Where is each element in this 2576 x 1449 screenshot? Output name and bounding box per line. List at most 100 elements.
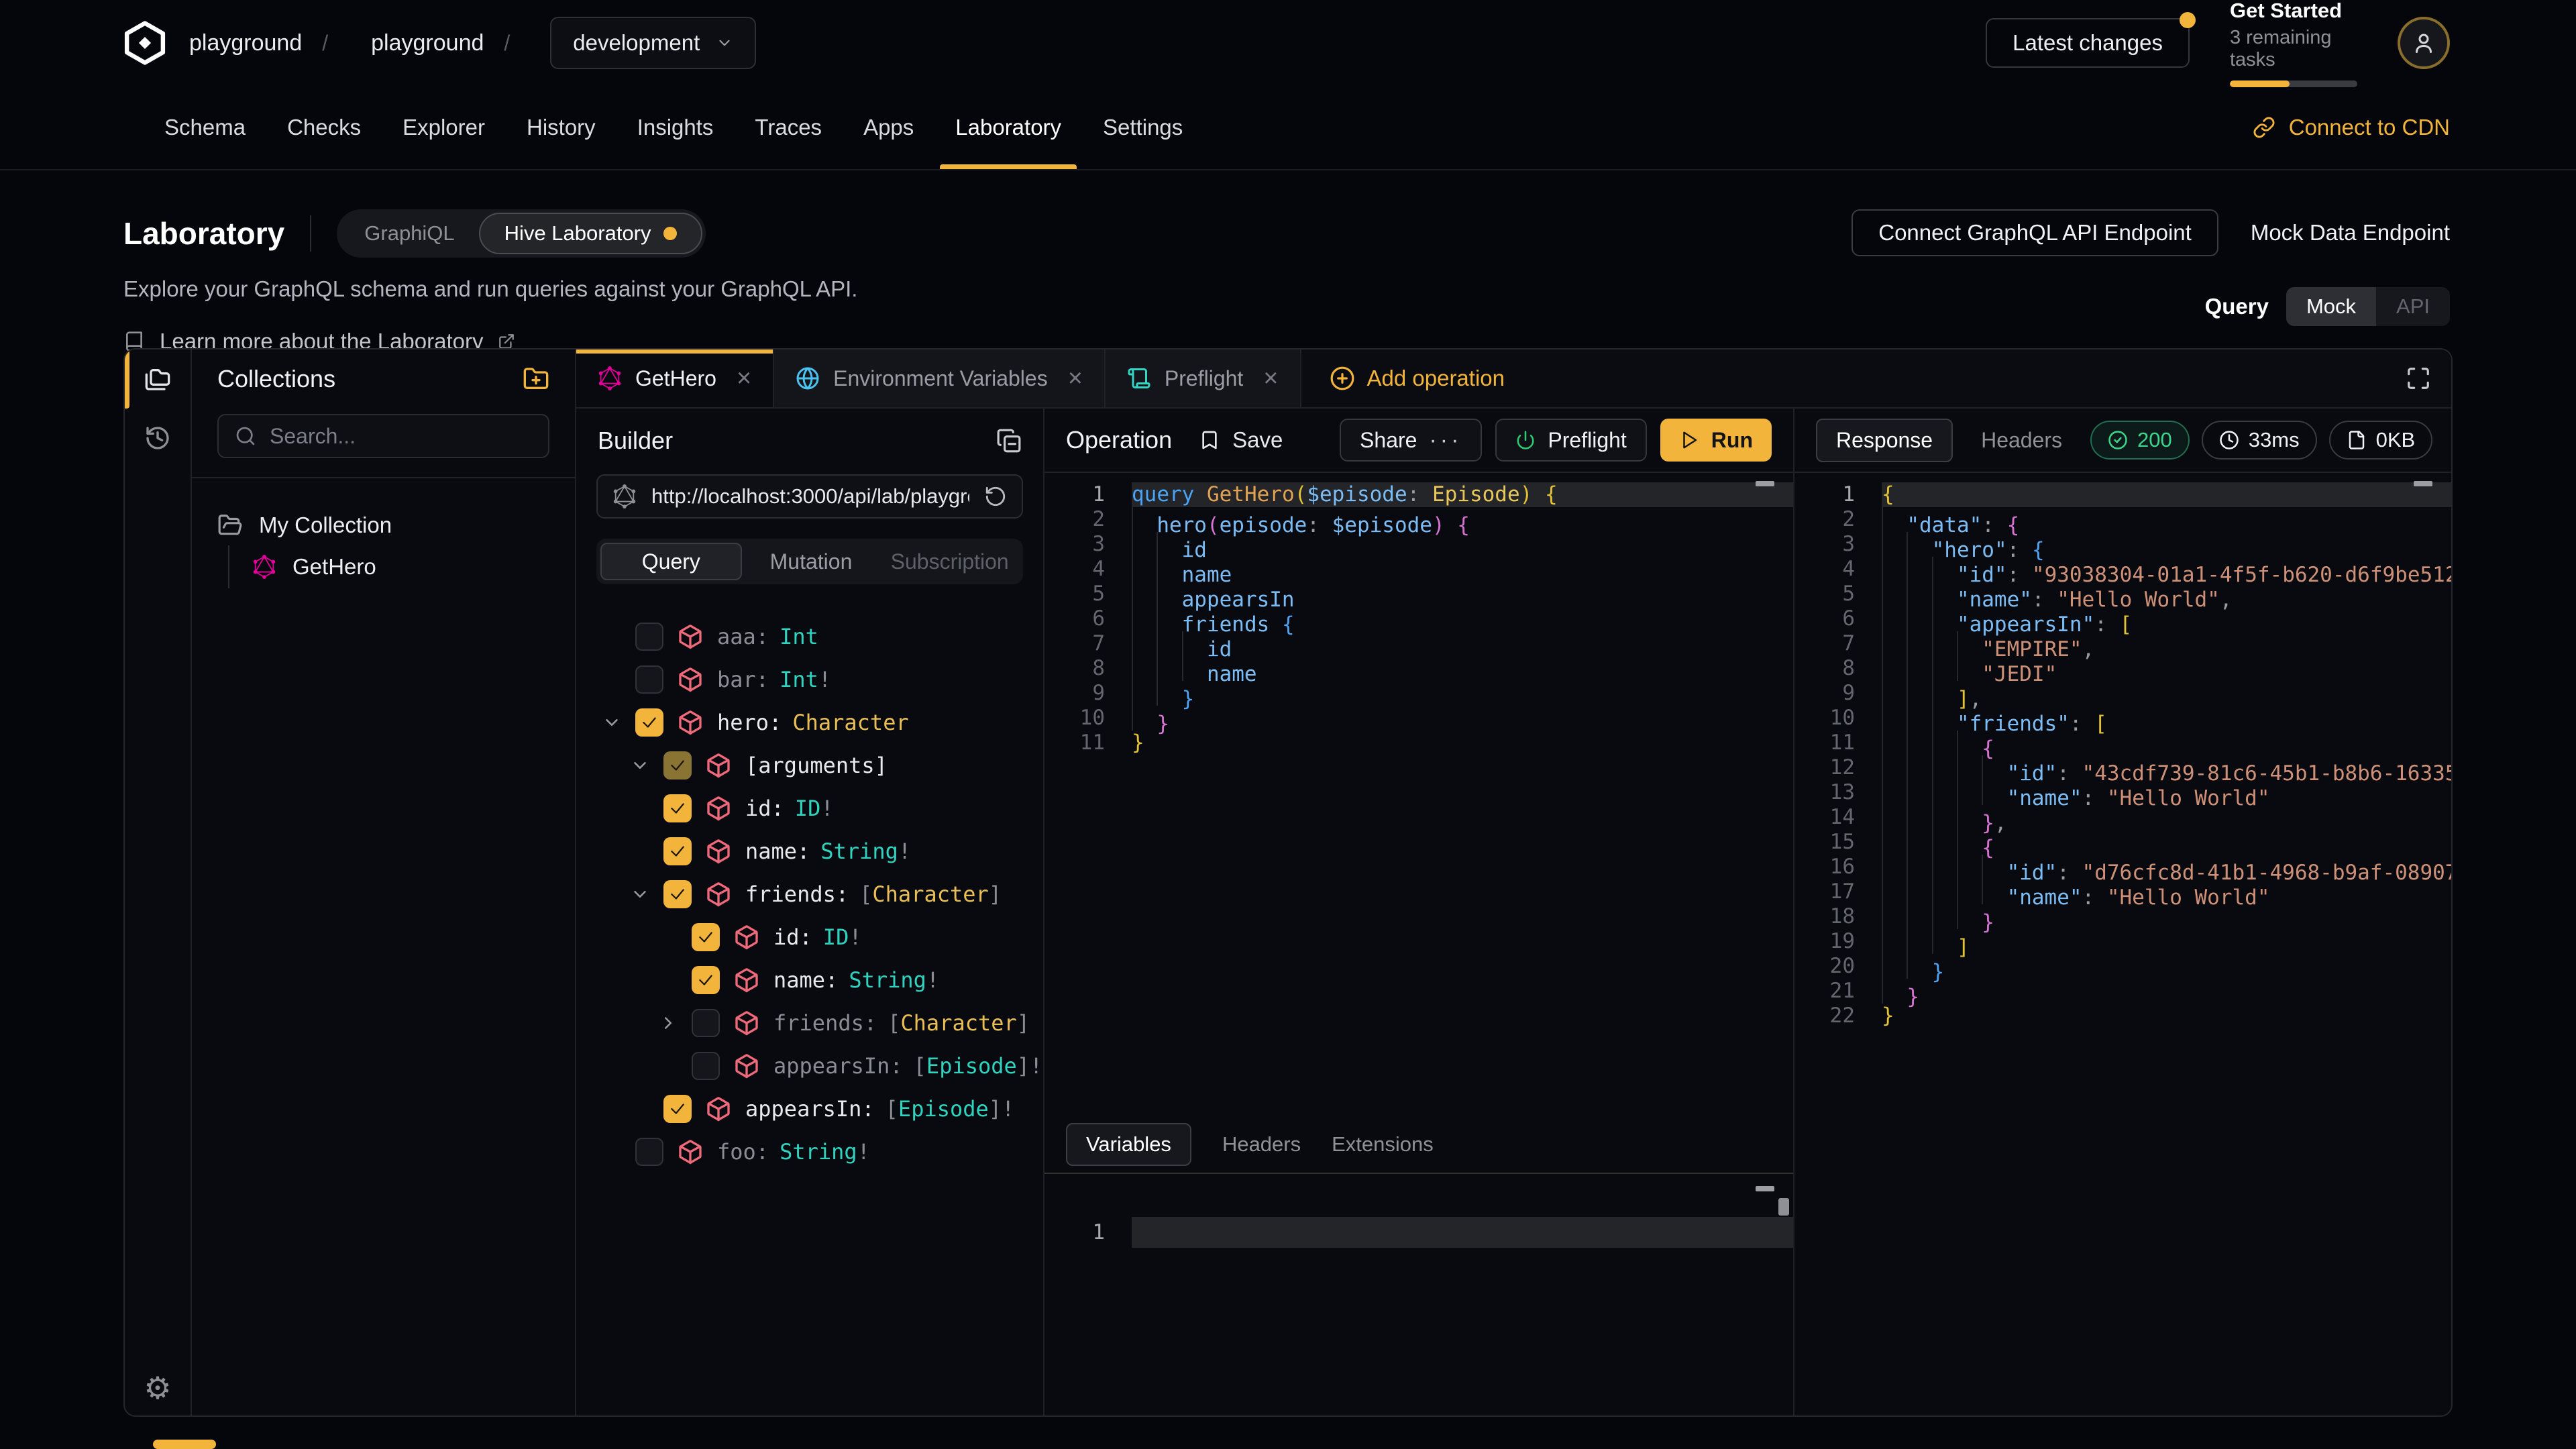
search-input[interactable]: Search... <box>217 414 549 458</box>
page-scrollbar-thumb[interactable] <box>153 1440 216 1449</box>
nav-tab-history[interactable]: History <box>506 86 616 169</box>
field-checkbox[interactable] <box>635 1138 663 1166</box>
field-checkbox[interactable] <box>663 837 692 865</box>
code-line-6[interactable]: 6"appearsIn": [ <box>1794 606 2451 631</box>
response-tab-response[interactable]: Response <box>1816 419 1953 462</box>
workspace-tab-preflight[interactable]: Preflight× <box>1106 350 1301 407</box>
code-line-8[interactable]: 8"JEDI" <box>1794 656 2451 681</box>
code-line-5[interactable]: 5appearsIn <box>1044 582 1793 606</box>
code-line-15[interactable]: 15{ <box>1794 830 2451 855</box>
close-icon[interactable]: × <box>737 366 751 391</box>
collapse-editor-handle[interactable] <box>1756 1186 1774 1191</box>
tree-field-id[interactable]: id:ID! <box>576 916 1043 959</box>
nav-tab-checks[interactable]: Checks <box>266 86 382 169</box>
endpoint-url-input[interactable]: http://localhost:3000/api/lab/playground <box>596 474 1023 519</box>
chevron-down-icon[interactable] <box>602 712 622 733</box>
nav-tab-schema[interactable]: Schema <box>144 86 266 169</box>
user-avatar[interactable] <box>2398 17 2450 69</box>
code-line-11[interactable]: 11} <box>1044 731 1793 755</box>
chevron-down-icon[interactable] <box>630 884 650 904</box>
field-checkbox[interactable] <box>692 1009 720 1037</box>
add-collection-button[interactable] <box>523 366 549 392</box>
code-line-13[interactable]: 13"name": "Hello World" <box>1794 780 2451 805</box>
operation-type-subscription[interactable]: Subscription <box>880 543 1019 580</box>
chevron-down-icon[interactable] <box>630 755 650 775</box>
toggle-graphiql[interactable]: GraphiQL <box>340 213 478 254</box>
code-line-1[interactable]: 1query GetHero($episode: Episode) { <box>1044 482 1793 507</box>
code-line-10[interactable]: 10"friends": [ <box>1794 706 2451 731</box>
refresh-icon[interactable] <box>984 485 1007 508</box>
code-line-6[interactable]: 6friends { <box>1044 606 1793 631</box>
toggle-api[interactable]: API <box>2376 287 2450 326</box>
variables-tab-extensions[interactable]: Extensions <box>1332 1132 1434 1157</box>
tree-field-friends[interactable]: friends:[Character] <box>576 1002 1043 1044</box>
tree-field-bar[interactable]: bar:Int! <box>576 658 1043 701</box>
query-editor[interactable]: 1query GetHero($episode: Episode) {2hero… <box>1044 473 1793 1116</box>
code-line-2[interactable]: 2hero(episode: $episode) { <box>1044 507 1793 532</box>
tree-field-name[interactable]: name:String! <box>576 830 1043 873</box>
settings-gear-button[interactable]: ⚙ <box>144 1370 171 1406</box>
response-editor[interactable]: 1{2"data": {3"hero": {4"id": "93038304-0… <box>1794 473 2451 1415</box>
collapse-editor-handle[interactable] <box>1756 481 1774 486</box>
nav-tab-insights[interactable]: Insights <box>616 86 735 169</box>
operation-type-query[interactable]: Query <box>600 543 742 580</box>
add-operation-button[interactable]: Add operation <box>1301 350 1534 407</box>
collapse-editor-handle[interactable] <box>2414 481 2432 486</box>
breadcrumb-org[interactable]: playground <box>189 30 302 56</box>
variables-tab-variables[interactable]: Variables <box>1066 1123 1191 1166</box>
tree-field-friends[interactable]: friends:[Character] <box>576 873 1043 916</box>
code-line-7[interactable]: 7id <box>1044 631 1793 656</box>
nav-tab-apps[interactable]: Apps <box>843 86 934 169</box>
connect-to-cdn-link[interactable]: Connect to CDN <box>2253 115 2450 140</box>
tree-field-arguments[interactable]: [arguments] <box>576 744 1043 787</box>
breadcrumb-project[interactable]: playground <box>371 30 484 56</box>
variables-tab-headers[interactable]: Headers <box>1222 1132 1301 1157</box>
code-line-3[interactable]: 3"hero": { <box>1794 532 2451 557</box>
workspace-tab-gethero[interactable]: GetHero× <box>576 350 774 407</box>
code-line-22[interactable]: 22} <box>1794 1004 2451 1028</box>
operation-type-mutation[interactable]: Mutation <box>742 543 881 580</box>
code-line-1[interactable]: 1 <box>1044 1217 1793 1248</box>
field-checkbox[interactable] <box>635 665 663 694</box>
code-line-7[interactable]: 7"EMPIRE", <box>1794 631 2451 656</box>
tree-field-appearsIn[interactable]: appearsIn:[Episode]! <box>576 1044 1043 1087</box>
connect-graphql-api-endpoint-button[interactable]: Connect GraphQL API Endpoint <box>1851 209 2218 256</box>
share-button[interactable]: Share ··· <box>1340 419 1482 462</box>
get-started-widget[interactable]: Get Started 3 remaining tasks <box>2230 0 2357 87</box>
code-line-11[interactable]: 11{ <box>1794 731 2451 755</box>
variables-editor[interactable]: 1 <box>1044 1174 1793 1415</box>
tree-field-id[interactable]: id:ID! <box>576 787 1043 830</box>
toggle-mock[interactable]: Mock <box>2286 287 2376 326</box>
collapse-builder-button[interactable] <box>996 428 1022 453</box>
code-line-3[interactable]: 3id <box>1044 532 1793 557</box>
code-line-14[interactable]: 14}, <box>1794 805 2451 830</box>
close-icon[interactable]: × <box>1068 366 1083 391</box>
collection-folder[interactable]: My Collection <box>217 505 549 545</box>
code-line-8[interactable]: 8name <box>1044 656 1793 681</box>
response-tab-headers[interactable]: Headers <box>1981 428 2062 453</box>
code-line-4[interactable]: 4"id": "93038304-01a1-4f5f-b620-d6f9be51… <box>1794 557 2451 582</box>
field-checkbox[interactable] <box>692 923 720 951</box>
collections-rail-button[interactable] <box>125 350 191 409</box>
nav-tab-explorer[interactable]: Explorer <box>382 86 506 169</box>
code-line-9[interactable]: 9} <box>1044 681 1793 706</box>
mock-data-endpoint-button[interactable]: Mock Data Endpoint <box>2251 220 2450 246</box>
scrollbar-thumb[interactable] <box>1778 1198 1789 1216</box>
code-line-12[interactable]: 12"id": "43cdf739-81c6-45b1-b8b6-163356f… <box>1794 755 2451 780</box>
tree-field-name[interactable]: name:String! <box>576 959 1043 1002</box>
tree-field-aaa[interactable]: aaa:Int <box>576 615 1043 658</box>
fullscreen-button[interactable] <box>2406 366 2431 391</box>
code-line-10[interactable]: 10} <box>1044 706 1793 731</box>
tree-field-hero[interactable]: hero:Character <box>576 701 1043 744</box>
code-line-19[interactable]: 19] <box>1794 929 2451 954</box>
nav-tab-traces[interactable]: Traces <box>734 86 843 169</box>
code-line-1[interactable]: 1{ <box>1794 482 2451 507</box>
field-checkbox[interactable] <box>635 623 663 651</box>
history-rail-button[interactable] <box>125 409 191 468</box>
code-line-9[interactable]: 9], <box>1794 681 2451 706</box>
field-checkbox[interactable] <box>692 966 720 994</box>
field-checkbox[interactable] <box>663 751 692 780</box>
latest-changes-button[interactable]: Latest changes <box>1986 18 2190 68</box>
nav-tab-settings[interactable]: Settings <box>1082 86 1203 169</box>
preflight-button[interactable]: Preflight <box>1495 419 1646 462</box>
